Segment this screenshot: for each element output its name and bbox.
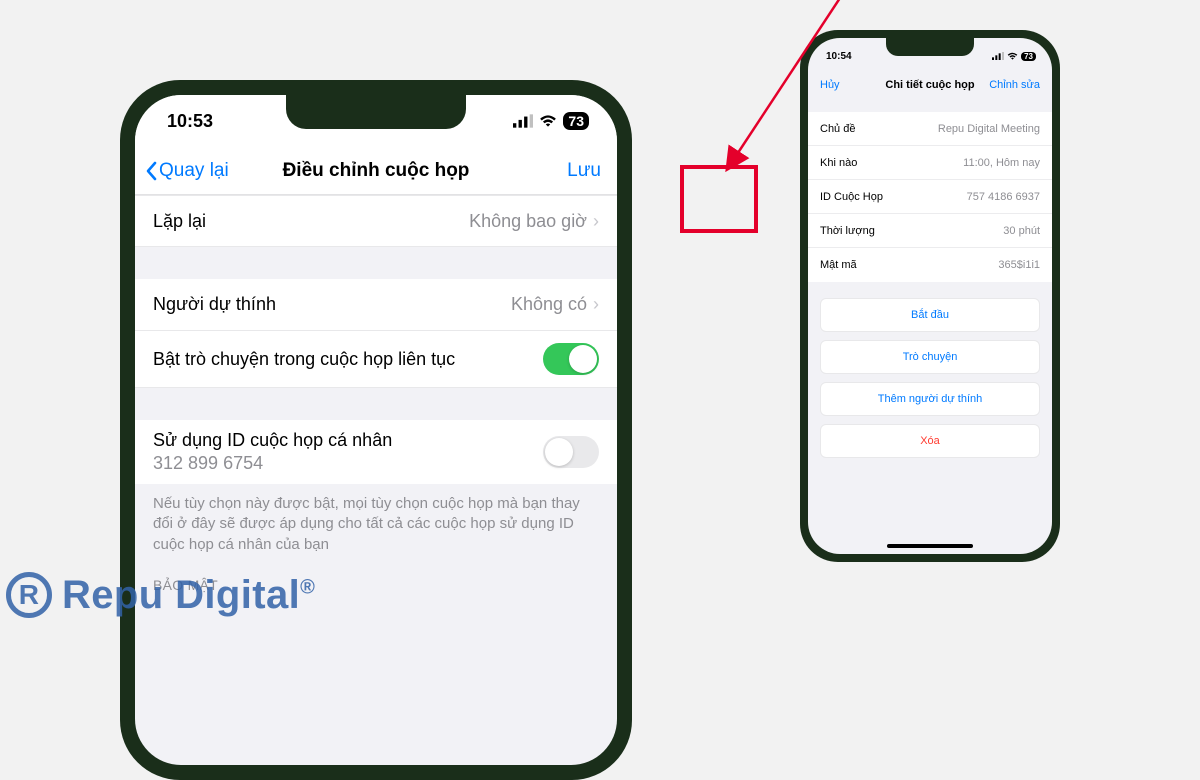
topic-row: Chủ đề Repu Digital Meeting	[808, 112, 1052, 146]
back-button[interactable]: Quay lại	[145, 160, 229, 182]
wifi-icon	[539, 114, 557, 128]
toggle-knob	[545, 438, 573, 466]
duration-label: Thời lượng	[820, 225, 875, 237]
id-value: 757 4186 6937	[967, 191, 1040, 203]
annotation-highlight	[680, 165, 758, 233]
home-indicator	[887, 544, 973, 548]
repeat-value-text: Không bao giờ	[469, 211, 587, 232]
pmi-id: 312 899 6754	[153, 453, 392, 474]
duration-row: Thời lượng 30 phút	[808, 214, 1052, 248]
status-indicators: 73	[992, 52, 1036, 61]
save-button[interactable]: Lưu	[567, 160, 601, 182]
topic-value: Repu Digital Meeting	[938, 123, 1040, 135]
chat-toggle[interactable]	[543, 343, 599, 375]
topic-label: Chủ đề	[820, 123, 855, 135]
logo-icon: R	[6, 572, 52, 618]
cellular-icon	[513, 114, 533, 128]
page-title: Điều chỉnh cuộc họp	[283, 160, 470, 182]
edit-button[interactable]: Chỉnh sửa	[989, 79, 1040, 91]
status-time: 10:53	[167, 111, 213, 132]
cancel-button[interactable]: Hủy	[820, 79, 840, 91]
phone-mock-left: 10:53 73 Quay lại Điều chỉnh cuộc họp Lư…	[120, 80, 632, 780]
spacer	[808, 100, 1052, 112]
phone-screen-left: 10:53 73 Quay lại Điều chỉnh cuộc họp Lư…	[135, 95, 617, 765]
attendees-label: Người dự thính	[153, 294, 276, 315]
status-time: 10:54	[826, 51, 852, 62]
pmi-row: Sử dụng ID cuộc họp cá nhân 312 899 6754	[135, 420, 617, 484]
phone-mock-right: 10:54 73 Hủy Chi tiết cuộc họp Chỉnh sửa…	[800, 30, 1060, 562]
attendees-value-text: Không có	[511, 294, 587, 315]
when-row: Khi nào 11:00, Hôm nay	[808, 146, 1052, 180]
passcode-value: 365$i1i1	[998, 259, 1040, 271]
watermark: R Repu Digital®	[0, 572, 315, 618]
repeat-value: Không bao giờ ›	[469, 211, 599, 232]
chevron-right-icon: ›	[593, 294, 599, 315]
status-indicators: 73	[513, 112, 589, 130]
notch	[286, 95, 466, 129]
watermark-text: Repu Digital®	[62, 573, 315, 618]
attendees-value: Không có ›	[511, 294, 599, 315]
toggle-knob	[569, 345, 597, 373]
delete-button[interactable]: Xóa	[820, 424, 1040, 458]
pmi-label: Sử dụng ID cuộc họp cá nhân	[153, 430, 392, 451]
repeat-label: Lặp lại	[153, 211, 206, 232]
pmi-text: Sử dụng ID cuộc họp cá nhân 312 899 6754	[153, 430, 392, 474]
pmi-note: Nếu tùy chọn này được bật, mọi tùy chọn …	[135, 484, 617, 563]
repeat-row[interactable]: Lặp lại Không bao giờ ›	[135, 195, 617, 247]
chat-label: Bật trò chuyện trong cuộc họp liên tục	[153, 349, 455, 370]
nav-bar: Hủy Chi tiết cuộc họp Chỉnh sửa	[808, 70, 1052, 100]
phone-screen-right: 10:54 73 Hủy Chi tiết cuộc họp Chỉnh sửa…	[808, 38, 1052, 554]
battery-icon: 73	[1021, 52, 1036, 61]
when-value: 11:00, Hôm nay	[963, 157, 1040, 169]
cellular-icon	[992, 52, 1004, 60]
attendees-row[interactable]: Người dự thính Không có ›	[135, 279, 617, 331]
chat-button[interactable]: Trò chuyện	[820, 340, 1040, 374]
id-label: ID Cuộc Họp	[820, 191, 883, 203]
section-gap	[135, 388, 617, 420]
duration-value: 30 phút	[1003, 225, 1040, 237]
section-gap	[135, 247, 617, 279]
back-label: Quay lại	[159, 160, 229, 182]
chevron-right-icon: ›	[593, 211, 599, 232]
pmi-toggle[interactable]	[543, 436, 599, 468]
battery-icon: 73	[563, 112, 589, 130]
meeting-id-row: ID Cuộc Họp 757 4186 6937	[808, 180, 1052, 214]
start-button[interactable]: Bắt đầu	[820, 298, 1040, 332]
wifi-icon	[1007, 52, 1018, 60]
persistent-chat-row: Bật trò chuyện trong cuộc họp liên tục	[135, 331, 617, 388]
nav-bar: Quay lại Điều chỉnh cuộc họp Lưu	[135, 147, 617, 195]
chevron-left-icon	[145, 161, 157, 181]
add-attendees-button[interactable]: Thêm người dự thính	[820, 382, 1040, 416]
passcode-label: Mật mã	[820, 259, 857, 271]
when-label: Khi nào	[820, 157, 857, 169]
notch	[886, 38, 974, 56]
page-title: Chi tiết cuộc họp	[885, 79, 974, 91]
passcode-row: Mật mã 365$i1i1	[808, 248, 1052, 282]
